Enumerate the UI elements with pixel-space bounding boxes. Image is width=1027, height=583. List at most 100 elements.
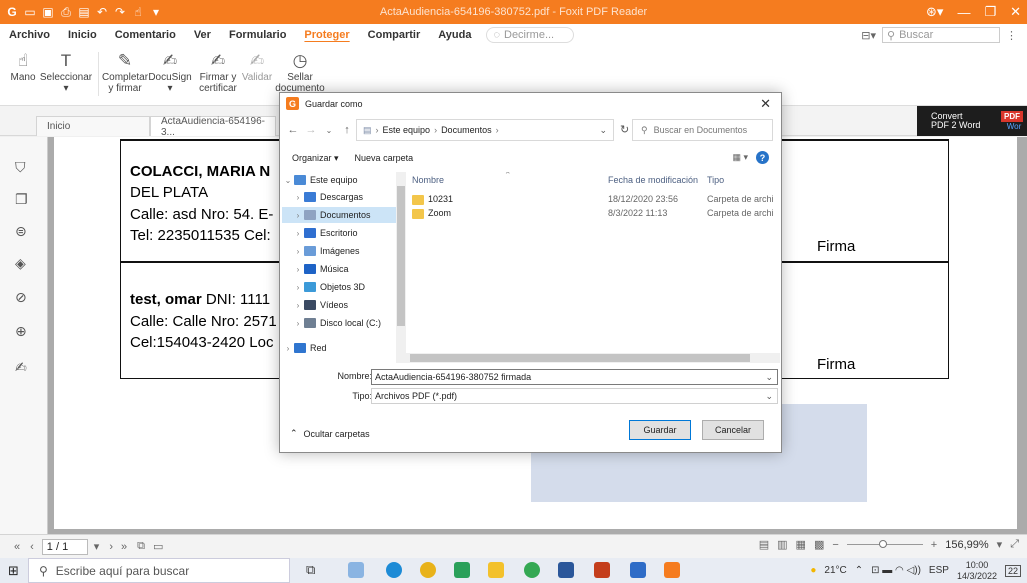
word-icon[interactable] [558, 562, 574, 578]
security-icon[interactable]: ⊕ [15, 323, 27, 340]
tree-item[interactable]: › Disco local (C:) [282, 315, 396, 331]
sign-certify-button[interactable]: ✍ Firmar y certificar [194, 50, 242, 94]
tree-expand-icon[interactable]: › [292, 193, 304, 202]
attachments-icon[interactable]: ⊘ [15, 289, 27, 306]
filetype-dropdown-icon[interactable]: ⌄ [765, 391, 773, 402]
search-options-icon[interactable]: ⊟▾ [861, 29, 876, 42]
taskbar-app-icon-1[interactable] [348, 562, 364, 578]
refresh-icon[interactable]: ↻ [620, 123, 629, 136]
tree-item[interactable]: › Documentos [282, 207, 396, 223]
view-options-icon[interactable]: ▦ ▾ [732, 152, 748, 163]
tab-document[interactable]: ActaAudiencia-654196-3... [150, 116, 276, 138]
cancel-button[interactable]: Cancelar [702, 420, 764, 440]
breadcrumb-este-equipo[interactable]: Este equipo [383, 125, 431, 135]
new-folder-button[interactable]: Nueva carpeta [355, 153, 414, 163]
column-name[interactable]: Nombre [412, 175, 444, 185]
menu-archivo[interactable]: Archivo [0, 29, 59, 41]
file-row[interactable]: 10231 18/12/2020 23:56 Carpeta de archi [408, 194, 780, 207]
undo-icon[interactable]: ↶ [96, 5, 108, 19]
bookmark-icon[interactable]: ⛉ [15, 159, 26, 176]
tree-item[interactable]: › Red [282, 340, 396, 356]
tab-inicio[interactable]: Inicio [36, 116, 150, 136]
windows-start-icon[interactable]: ⊞ [8, 563, 19, 579]
page-number-input[interactable]: 1 / 1 [41, 538, 88, 555]
dialog-close-button[interactable]: ✕ [760, 96, 771, 112]
more-icon[interactable]: ⋮ [1006, 29, 1017, 42]
tree-expand-icon[interactable]: › [282, 344, 294, 353]
menu-compartir[interactable]: Compartir [359, 29, 430, 41]
menu-search-input[interactable]: ⚲ Buscar [882, 27, 1000, 43]
redo-icon[interactable]: ↷ [114, 5, 126, 19]
save-icon[interactable]: ▣ [42, 5, 54, 19]
close-button[interactable]: ✕ [1010, 4, 1021, 20]
filename-dropdown-icon[interactable]: ⌄ [765, 372, 773, 383]
language-indicator[interactable]: ESP [929, 565, 949, 576]
tell-me-box[interactable]: ◌ Decirme... [486, 27, 575, 43]
page-dropdown-icon[interactable]: ▾ [94, 540, 100, 553]
minimize-button[interactable]: — [957, 5, 970, 20]
file-explorer-icon[interactable] [488, 562, 504, 578]
continuous-icon[interactable]: ▥ [777, 538, 787, 551]
page-view-icon[interactable]: ⧉ [137, 540, 145, 553]
file-row[interactable]: Zoom 8/3/2022 11:13 Carpeta de archi [408, 208, 780, 221]
single-page-icon[interactable]: ▤ [759, 538, 769, 551]
menu-inicio[interactable]: Inicio [59, 29, 106, 41]
tree-scrollbar[interactable] [396, 172, 406, 362]
taskbar-search-input[interactable]: ⚲ Escribe aquí para buscar [28, 558, 290, 583]
weather-temp[interactable]: 21°C [824, 565, 846, 576]
last-page-icon[interactable]: » [121, 541, 127, 553]
tree-expand-icon[interactable]: › [292, 229, 304, 238]
forward-icon[interactable]: → [302, 124, 320, 136]
edge-icon[interactable] [386, 562, 402, 578]
tree-expand-icon[interactable]: › [292, 265, 304, 274]
comments-icon[interactable]: ⊜ [15, 223, 27, 240]
menu-proteger[interactable]: Proteger [295, 29, 358, 41]
tree-item[interactable]: › Objetos 3D [282, 279, 396, 295]
app-with-badge-icon[interactable] [524, 562, 540, 578]
tree-item[interactable]: › Música [282, 261, 396, 277]
cover-icon[interactable]: ▩ [814, 538, 824, 551]
zoom-knob[interactable] [878, 540, 887, 548]
fit-page-icon[interactable]: ▭ [153, 540, 163, 553]
menu-formulario[interactable]: Formulario [220, 29, 295, 41]
timestamp-button[interactable]: ◷ Sellar documento [272, 50, 328, 94]
menu-ver[interactable]: Ver [185, 29, 220, 41]
tray-chevron-icon[interactable]: ⌃ [855, 565, 863, 576]
zoom-out-icon[interactable]: − [832, 539, 838, 551]
back-icon[interactable]: ← [284, 124, 302, 136]
tree-expand-icon[interactable]: › [292, 283, 304, 292]
customize-icon[interactable]: ▾ [150, 5, 162, 19]
maximize-button[interactable]: ❐ [984, 4, 996, 20]
tree-item[interactable]: › Escritorio [282, 225, 396, 241]
open-icon[interactable]: ▭ [24, 5, 36, 19]
validate-button[interactable]: ✍ Validar [242, 50, 272, 83]
filetype-select[interactable]: Archivos PDF (*.pdf) ⌄ [371, 388, 778, 404]
address-dropdown-icon[interactable]: ⌄ [599, 125, 607, 136]
layers-icon[interactable]: ◈ [15, 255, 26, 272]
chrome-icon[interactable] [420, 562, 436, 578]
tree-expand-icon[interactable]: ⌄ [282, 176, 294, 185]
tree-item[interactable]: › Vídeos [282, 297, 396, 313]
zoom-dropdown-icon[interactable]: ▾ [997, 538, 1003, 551]
pages-icon[interactable]: ❐ [15, 191, 28, 208]
tree-item[interactable]: › Imágenes [282, 243, 396, 259]
tree-expand-icon[interactable]: › [292, 319, 304, 328]
breadcrumb-documentos[interactable]: Documentos [441, 125, 492, 135]
fill-sign-button[interactable]: ✎ Completar y firmar [102, 50, 148, 94]
next-page-icon[interactable]: › [109, 541, 113, 553]
help-icon[interactable]: ? [756, 151, 769, 164]
zoom-slider[interactable] [846, 540, 923, 548]
tree-expand-icon[interactable]: › [292, 211, 304, 220]
print-icon[interactable]: ⎙ [60, 5, 72, 20]
prev-page-icon[interactable]: ‹ [30, 541, 34, 553]
convert-pdf-2-word-ad[interactable]: Convert PDF 2 Word PDF Wor [917, 106, 1027, 136]
tree-expand-icon[interactable]: › [292, 301, 304, 310]
save-button[interactable]: Guardar [629, 420, 691, 440]
fullscreen-icon[interactable]: ⤢ [1010, 538, 1019, 551]
notification-icon[interactable]: 22 [1004, 564, 1021, 577]
signature-panel-icon[interactable]: ✍ [15, 359, 27, 376]
organize-button[interactable]: Organizar ▾ [292, 153, 339, 164]
photos-icon[interactable] [630, 562, 646, 578]
file-list-hscrollbar[interactable] [396, 353, 780, 363]
powerpoint-icon[interactable] [594, 562, 610, 578]
